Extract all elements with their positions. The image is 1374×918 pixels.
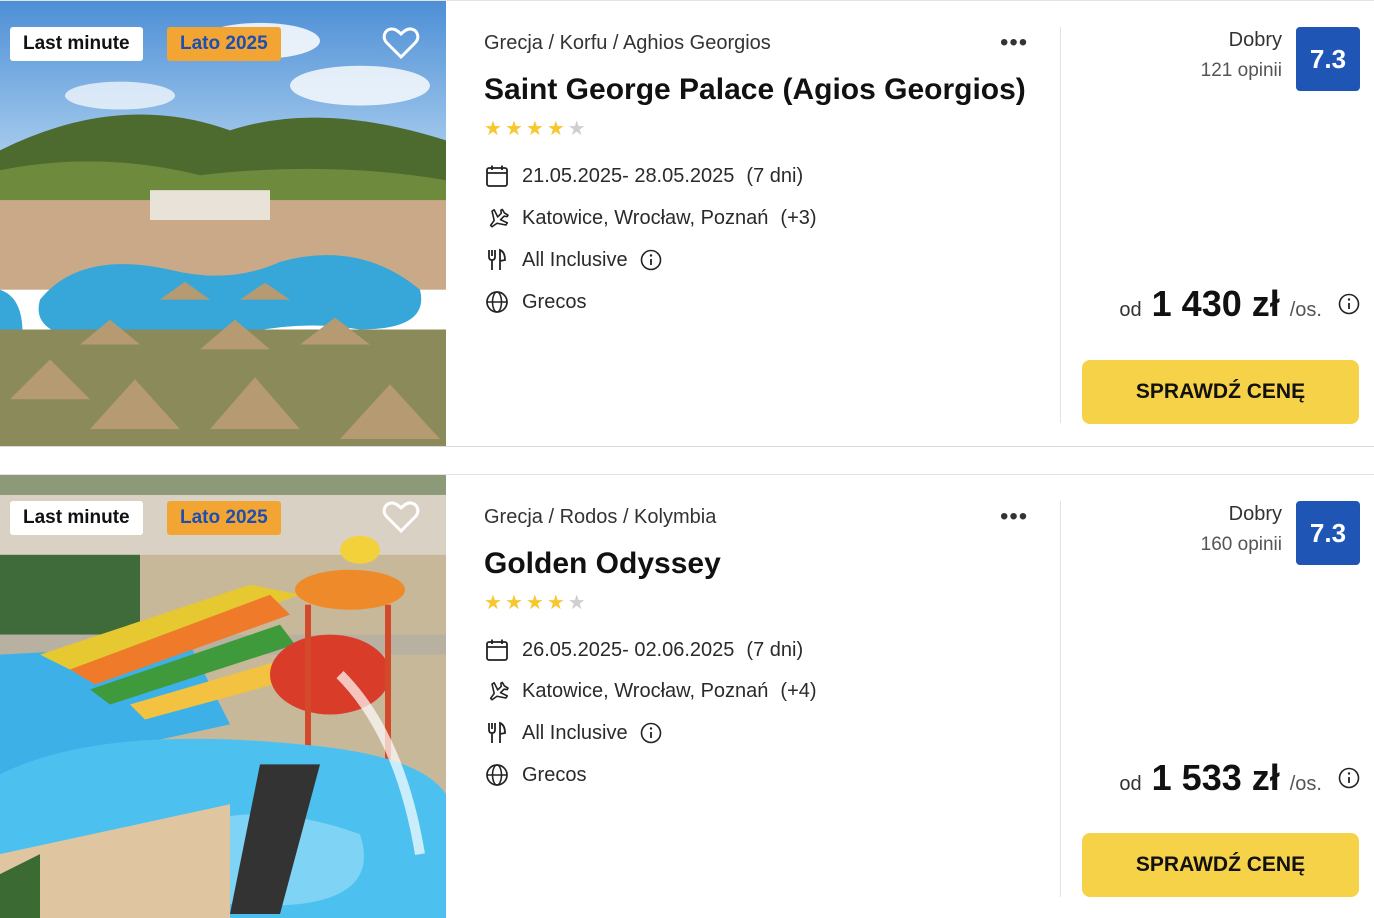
- info-icon[interactable]: [1338, 293, 1360, 315]
- departures-extra[interactable]: (+3): [780, 207, 816, 230]
- price-block: od 1 533 zł /os.: [1119, 757, 1360, 799]
- operator-row: Grecos: [484, 288, 586, 316]
- star-icon: ★: [525, 592, 544, 614]
- star-rating: ★ ★ ★ ★ ★: [484, 593, 586, 613]
- duration-text: (7 dni): [746, 164, 804, 187]
- hotel-photo[interactable]: [0, 475, 446, 918]
- cutlery-icon: [484, 720, 510, 746]
- last-minute-badge: Last minute: [10, 27, 143, 61]
- season-badge: Lato 2025: [167, 501, 281, 535]
- price-suffix: /os.: [1289, 773, 1322, 795]
- rating-label: Dobry: [1228, 29, 1282, 51]
- reviews-count[interactable]: 160 opinii: [1201, 534, 1282, 556]
- operator-row: Grecos: [484, 761, 586, 789]
- hotel-photo-image: [0, 475, 446, 918]
- calendar-icon: [484, 637, 510, 663]
- divider: [1060, 501, 1061, 897]
- star-icon: ★: [484, 592, 502, 614]
- globe-icon: [484, 762, 510, 788]
- departures-extra[interactable]: (+4): [780, 680, 816, 703]
- plane-icon: [484, 205, 510, 231]
- info-icon[interactable]: [640, 722, 662, 744]
- board-row: All Inclusive: [484, 246, 662, 274]
- reviews-count[interactable]: 121 opinii: [1201, 60, 1282, 82]
- board-text: All Inclusive: [522, 721, 628, 744]
- star-icon: ★: [504, 118, 523, 140]
- heart-icon[interactable]: [381, 497, 421, 537]
- dates-text: 26.05.2025- 02.06.2025: [522, 638, 735, 661]
- hotel-info: Grecja / Korfu / Aghios Georgios ••• Sai…: [484, 1, 1044, 446]
- operator-text: Grecos: [522, 290, 587, 313]
- score-badge: 7.3: [1296, 501, 1360, 565]
- star-icon: ★: [546, 118, 565, 140]
- info-icon[interactable]: [640, 249, 662, 271]
- star-icon: ★: [567, 118, 586, 140]
- last-minute-badge: Last minute: [10, 501, 143, 535]
- departures-row: Katowice, Wrocław, Poznań (+3): [484, 204, 817, 232]
- star-icon: ★: [504, 592, 523, 614]
- dates-text: 21.05.2025- 28.05.2025: [522, 164, 735, 187]
- calendar-icon: [484, 163, 510, 189]
- breadcrumb[interactable]: Grecja / Korfu / Aghios Georgios: [484, 32, 771, 55]
- price-amount: 1 533 zł: [1151, 757, 1280, 798]
- hotel-photo-image: [0, 1, 446, 446]
- dates-row: 21.05.2025- 28.05.2025 (7 dni): [484, 162, 803, 190]
- board-row: All Inclusive: [484, 719, 662, 747]
- cutlery-icon: [484, 247, 510, 273]
- rating-block: Dobry 121 opinii 7.3: [1080, 27, 1360, 91]
- check-price-button[interactable]: SPRAWDŹ CENĘ: [1082, 360, 1359, 424]
- divider: [1060, 27, 1061, 423]
- score-badge: 7.3: [1296, 27, 1360, 91]
- star-icon: ★: [567, 592, 586, 614]
- departures-row: Katowice, Wrocław, Poznań (+4): [484, 677, 817, 705]
- info-icon[interactable]: [1338, 767, 1360, 789]
- departures-text: Katowice, Wrocław, Poznań: [522, 679, 769, 702]
- globe-icon: [484, 289, 510, 315]
- star-icon: ★: [484, 118, 502, 140]
- rating-label: Dobry: [1228, 503, 1282, 525]
- rating-block: Dobry 160 opinii 7.3: [1080, 501, 1360, 565]
- operator-text: Grecos: [522, 763, 587, 786]
- dates-row: 26.05.2025- 02.06.2025 (7 dni): [484, 636, 803, 664]
- price-suffix: /os.: [1289, 299, 1322, 321]
- board-text: All Inclusive: [522, 248, 628, 271]
- plane-icon: [484, 678, 510, 704]
- hotel-card: Last minute Lato 2025 Grecja / Korfu / A…: [0, 0, 1374, 447]
- hotel-photo[interactable]: [0, 1, 446, 446]
- more-icon[interactable]: •••: [1000, 505, 1028, 529]
- check-price-button[interactable]: SPRAWDŹ CENĘ: [1082, 833, 1359, 897]
- price-prefix: od: [1119, 299, 1142, 321]
- hotel-name[interactable]: Golden Odyssey: [484, 547, 1029, 581]
- hotel-card: Last minute Lato 2025 Grecja / Rodos / K…: [0, 474, 1374, 918]
- departures-text: Katowice, Wrocław, Poznań: [522, 206, 769, 229]
- heart-icon[interactable]: [381, 23, 421, 63]
- star-icon: ★: [525, 118, 544, 140]
- price-amount: 1 430 zł: [1151, 283, 1280, 324]
- more-icon[interactable]: •••: [1000, 31, 1028, 55]
- star-rating: ★ ★ ★ ★ ★: [484, 119, 586, 139]
- season-badge: Lato 2025: [167, 27, 281, 61]
- price-prefix: od: [1119, 773, 1142, 795]
- duration-text: (7 dni): [746, 638, 804, 661]
- price-block: od 1 430 zł /os.: [1119, 283, 1360, 325]
- hotel-info: Grecja / Rodos / Kolymbia ••• Golden Ody…: [484, 475, 1044, 918]
- hotel-name[interactable]: Saint George Palace (Agios Georgios): [484, 73, 1029, 107]
- star-icon: ★: [546, 592, 565, 614]
- breadcrumb[interactable]: Grecja / Rodos / Kolymbia: [484, 506, 716, 529]
